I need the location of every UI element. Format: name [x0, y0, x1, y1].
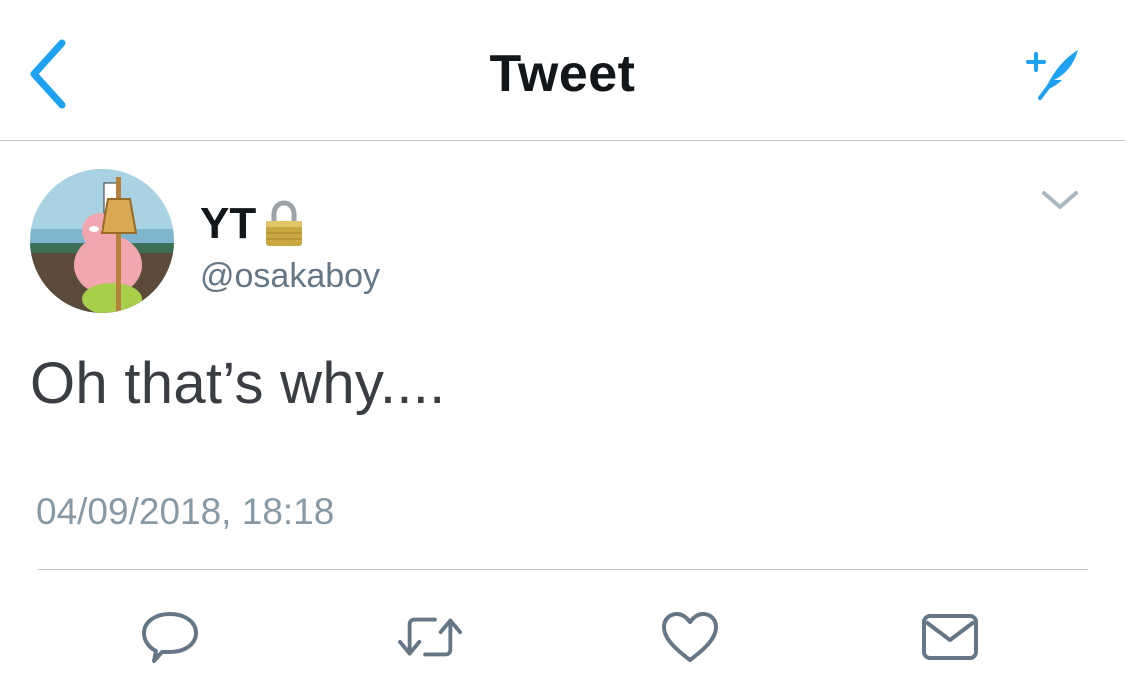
compose-tweet-button[interactable]	[1022, 44, 1086, 104]
user-handle[interactable]: @osakaboy	[200, 257, 380, 296]
envelope-icon	[922, 614, 978, 660]
avatar[interactable]	[30, 169, 174, 313]
reply-icon	[142, 612, 198, 663]
share-button[interactable]	[918, 607, 982, 667]
tweet-text: Oh that’s why....	[30, 351, 446, 416]
page-title: Tweet	[489, 45, 636, 103]
navigation-bar: Tweet	[0, 0, 1125, 141]
retweet-button[interactable]	[398, 607, 462, 667]
like-button[interactable]	[658, 607, 722, 667]
heart-icon	[662, 612, 718, 662]
display-name-text: YT	[200, 199, 257, 248]
tweet-detail: YT @osakaboy Oh that’s why.... 04/09/201…	[0, 141, 1125, 689]
display-name[interactable]: YT	[200, 199, 306, 249]
more-options-button[interactable]	[1038, 185, 1082, 215]
retweet-icon	[398, 617, 462, 657]
tweet-timestamp: 04/09/2018, 18:18	[36, 491, 335, 532]
compose-tweet-icon	[1026, 50, 1078, 100]
divider	[38, 569, 1088, 570]
reply-button[interactable]	[138, 607, 202, 667]
lock-icon	[266, 200, 303, 246]
chevron-down-icon	[1042, 191, 1078, 209]
